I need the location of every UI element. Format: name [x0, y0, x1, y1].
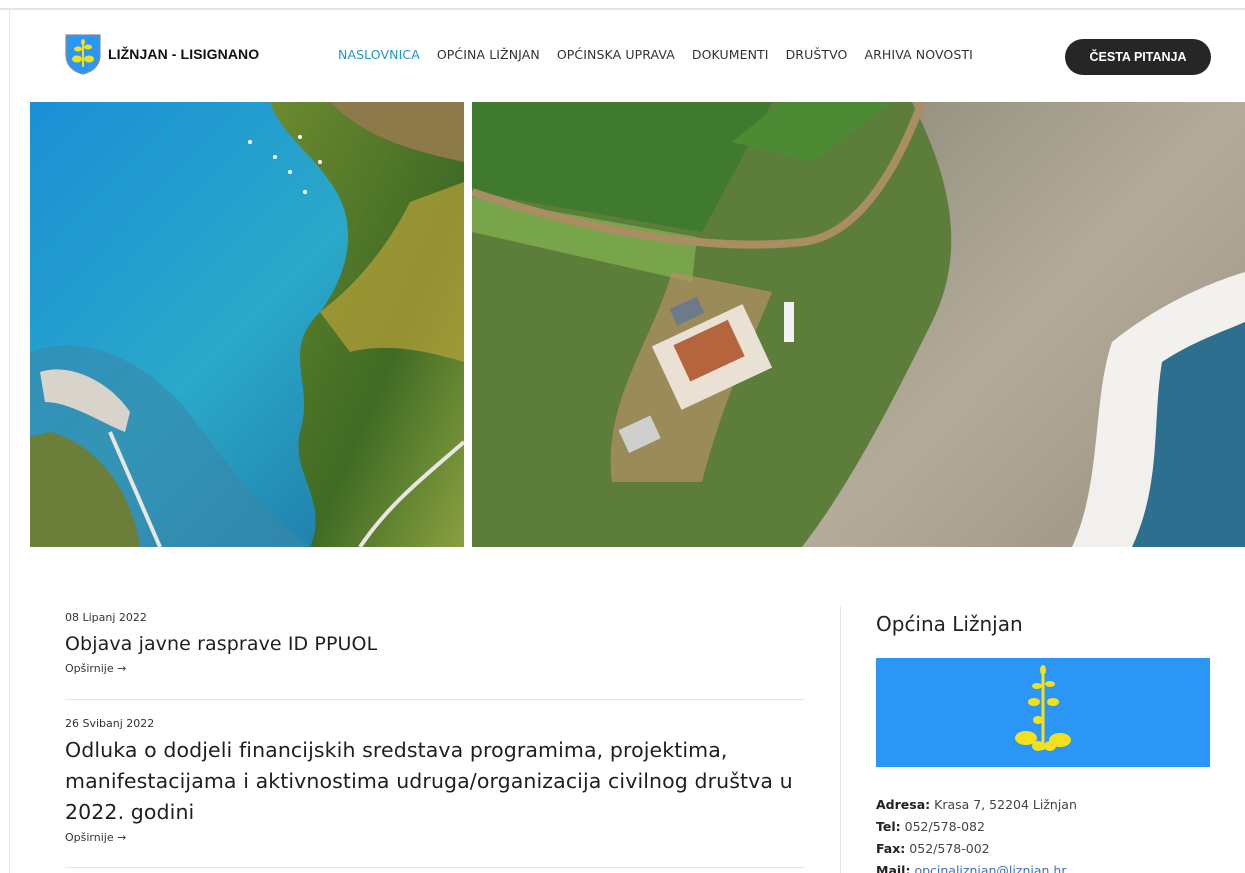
- main-nav: NASLOVNICA OPĆINA LIŽNJAN OPĆINSKA UPRAV…: [338, 47, 973, 62]
- news-item: 08 Lipanj 2022 Objava javne rasprave ID …: [65, 611, 805, 700]
- news-title[interactable]: Odluka o dodjeli financijskih sredstava …: [65, 735, 805, 828]
- read-more-link[interactable]: Opširnije →: [65, 662, 805, 675]
- fax-line: Fax: 052/578-002: [876, 841, 990, 856]
- mail-link[interactable]: opcinaliznjan@liznjan.hr: [914, 863, 1066, 873]
- news-date: 08 Lipanj 2022: [65, 611, 147, 624]
- faq-button[interactable]: ČESTA PITANJA: [1065, 39, 1211, 75]
- tel-line: Tel: 052/578-082: [876, 819, 985, 834]
- site-logo[interactable]: LIŽNJAN - LISIGNANO: [64, 33, 259, 75]
- news-date: 26 Svibanj 2022: [65, 717, 155, 730]
- nav-item-opcinska-uprava[interactable]: OPĆINSKA UPRAVA: [557, 47, 675, 62]
- address-line: Adresa: Krasa 7, 52204 Ližnjan: [876, 797, 1077, 812]
- broom-plant-icon: [1015, 665, 1071, 751]
- brand-name: LIŽNJAN - LISIGNANO: [108, 46, 260, 62]
- read-more-link[interactable]: Opširnije →: [65, 831, 805, 844]
- hero-image-lighthouse: [472, 102, 1245, 547]
- mail-line: Mail: opcinaliznjan@liznjan.hr: [876, 860, 1077, 873]
- news-list: 08 Lipanj 2022 Objava javne rasprave ID …: [65, 611, 805, 868]
- column-divider: [840, 607, 841, 873]
- left-border: [9, 8, 10, 873]
- nav-item-opcina-liznjan[interactable]: OPĆINA LIŽNJAN: [437, 47, 540, 62]
- nav-item-naslovnica[interactable]: NASLOVNICA: [338, 47, 420, 62]
- nav-item-drustvo[interactable]: DRUŠTVO: [786, 47, 848, 62]
- news-title[interactable]: Objava javne rasprave ID PPUOL: [65, 629, 805, 659]
- news-item: 26 Svibanj 2022 Odluka o dodjeli financi…: [65, 700, 805, 868]
- nav-item-dokumenti[interactable]: DOKUMENTI: [692, 47, 769, 62]
- sidebar-title: Općina Ližnjan: [876, 612, 1023, 636]
- municipality-flag: [876, 658, 1210, 767]
- top-border: [0, 8, 1245, 10]
- nav-item-arhiva-novosti[interactable]: ARHIVA NOVOSTI: [864, 47, 972, 62]
- coat-of-arms-icon: [65, 34, 101, 75]
- hero-image-coast: [30, 102, 464, 547]
- contact-info: Adresa: Krasa 7, 52204 Ližnjan Tel: 052/…: [876, 794, 1077, 873]
